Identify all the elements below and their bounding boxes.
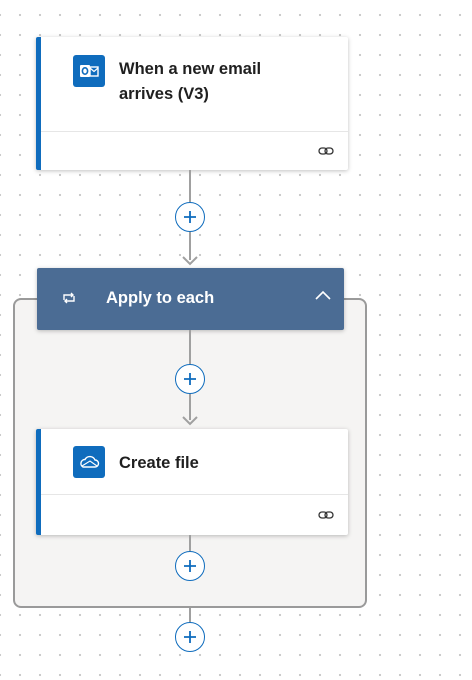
- loop-icon: [63, 292, 75, 304]
- add-step-button[interactable]: [175, 622, 205, 652]
- connector-line: [189, 330, 191, 364]
- arrow-down-icon: [182, 416, 198, 426]
- onedrive-icon: [73, 446, 105, 478]
- connector-line: [189, 170, 191, 202]
- action-card[interactable]: Create file: [36, 429, 348, 535]
- arrow-down-icon: [182, 256, 198, 266]
- link-icon[interactable]: [318, 509, 334, 521]
- chevron-up-icon[interactable]: [315, 290, 331, 300]
- plus-icon: [184, 211, 196, 223]
- add-step-button[interactable]: [175, 364, 205, 394]
- plus-icon: [184, 373, 196, 385]
- plus-icon: [184, 560, 196, 572]
- action-title: Create file: [119, 454, 199, 472]
- trigger-card[interactable]: When a new email arrives (V3): [36, 37, 348, 170]
- connector-line: [189, 608, 191, 622]
- loop-title: Apply to each: [106, 289, 215, 307]
- action-footer: [41, 494, 348, 535]
- add-step-button[interactable]: [175, 202, 205, 232]
- plus-icon: [184, 631, 196, 643]
- connector-line: [189, 535, 191, 551]
- outlook-icon: [73, 55, 105, 87]
- trigger-title: When a new email arrives (V3): [119, 57, 319, 107]
- trigger-footer: [41, 131, 348, 170]
- trigger-title-line2: arrives (V3): [119, 85, 209, 103]
- loop-header[interactable]: Apply to each: [37, 268, 344, 330]
- trigger-title-line1: When a new email: [119, 60, 262, 78]
- link-icon[interactable]: [318, 145, 334, 157]
- add-step-button[interactable]: [175, 551, 205, 581]
